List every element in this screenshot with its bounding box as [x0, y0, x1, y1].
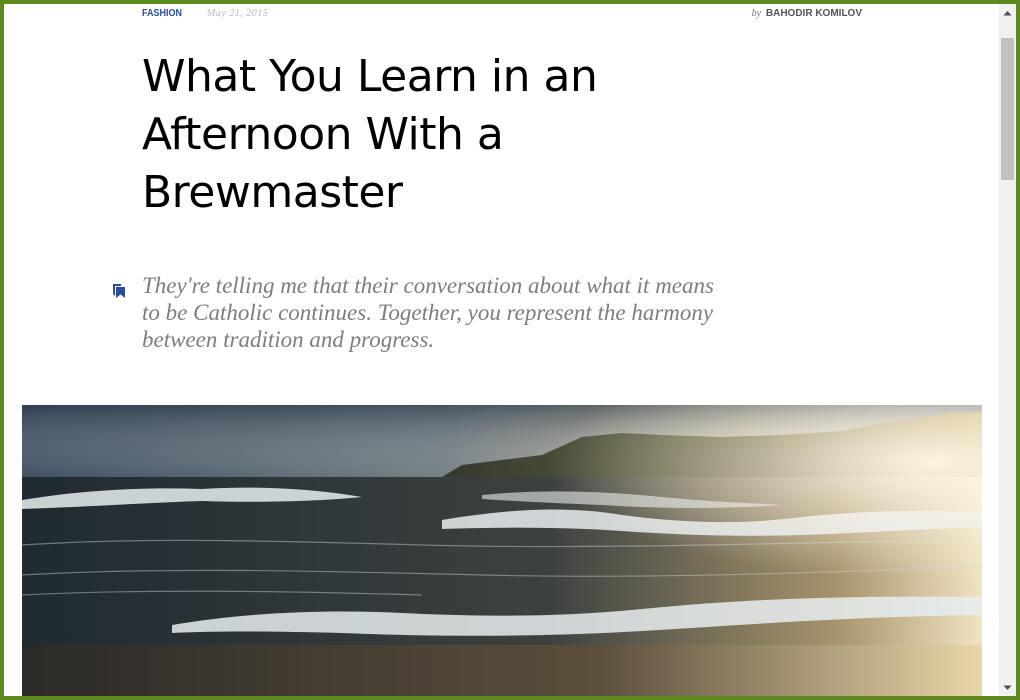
vertical-scrollbar[interactable]	[999, 4, 1016, 696]
scrollbar-thumb[interactable]	[1001, 38, 1014, 180]
author-prefix: by	[751, 8, 762, 19]
article-title: What You Learn in an Afternoon With a Br…	[142, 51, 598, 218]
author-link[interactable]: BAHODIR KOMILOV	[766, 8, 862, 19]
post-date: May 21, 2015	[207, 8, 269, 19]
browser-viewport: FASHION May 21, 2015 by BAHODIR KOMILOV …	[4, 4, 1016, 696]
scroll-down-arrow-icon[interactable]	[999, 679, 1016, 696]
pull-quote: They're telling me that their conversati…	[142, 273, 714, 352]
bookmark-icon	[112, 283, 126, 299]
hero-image	[22, 405, 982, 696]
scroll-up-arrow-icon[interactable]	[999, 4, 1016, 21]
post-author: by BAHODIR KOMILOV	[752, 8, 862, 19]
category-link[interactable]: FASHION	[142, 8, 182, 19]
